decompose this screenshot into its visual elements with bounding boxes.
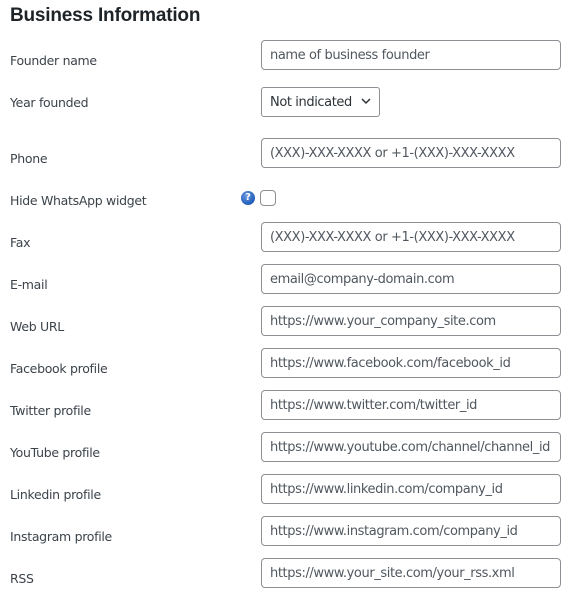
- founder-name-input[interactable]: [261, 40, 561, 70]
- email-input[interactable]: [261, 264, 561, 294]
- web-url-input[interactable]: [261, 306, 561, 336]
- founder-name-label: Founder name: [10, 53, 97, 68]
- hide-whatsapp-checkbox[interactable]: [260, 190, 276, 206]
- year-founded-value: Not indicated: [270, 94, 352, 110]
- email-label: E-mail: [10, 277, 48, 292]
- chevron-down-icon: [361, 98, 371, 105]
- instagram-label: Instagram profile: [10, 529, 112, 544]
- fax-label: Fax: [10, 235, 31, 250]
- instagram-input[interactable]: [261, 516, 561, 546]
- youtube-label: YouTube profile: [10, 445, 100, 460]
- year-founded-select[interactable]: Not indicated: [261, 87, 380, 117]
- linkedin-label: Linkedin profile: [10, 487, 101, 502]
- phone-input[interactable]: [261, 138, 561, 168]
- hide-whatsapp-label: Hide WhatsApp widget: [10, 193, 147, 208]
- fax-input[interactable]: [261, 222, 561, 252]
- linkedin-input[interactable]: [261, 474, 561, 504]
- rss-input[interactable]: [261, 558, 561, 588]
- youtube-input[interactable]: [261, 432, 561, 462]
- facebook-label: Facebook profile: [10, 361, 108, 376]
- phone-label: Phone: [10, 151, 48, 166]
- year-founded-label: Year founded: [10, 95, 89, 110]
- facebook-input[interactable]: [261, 348, 561, 378]
- help-icon[interactable]: ?: [241, 191, 255, 205]
- section-title: Business Information: [10, 5, 201, 26]
- rss-label: RSS: [10, 571, 34, 586]
- twitter-label: Twitter profile: [10, 403, 91, 418]
- web-url-label: Web URL: [10, 319, 64, 334]
- twitter-input[interactable]: [261, 390, 561, 420]
